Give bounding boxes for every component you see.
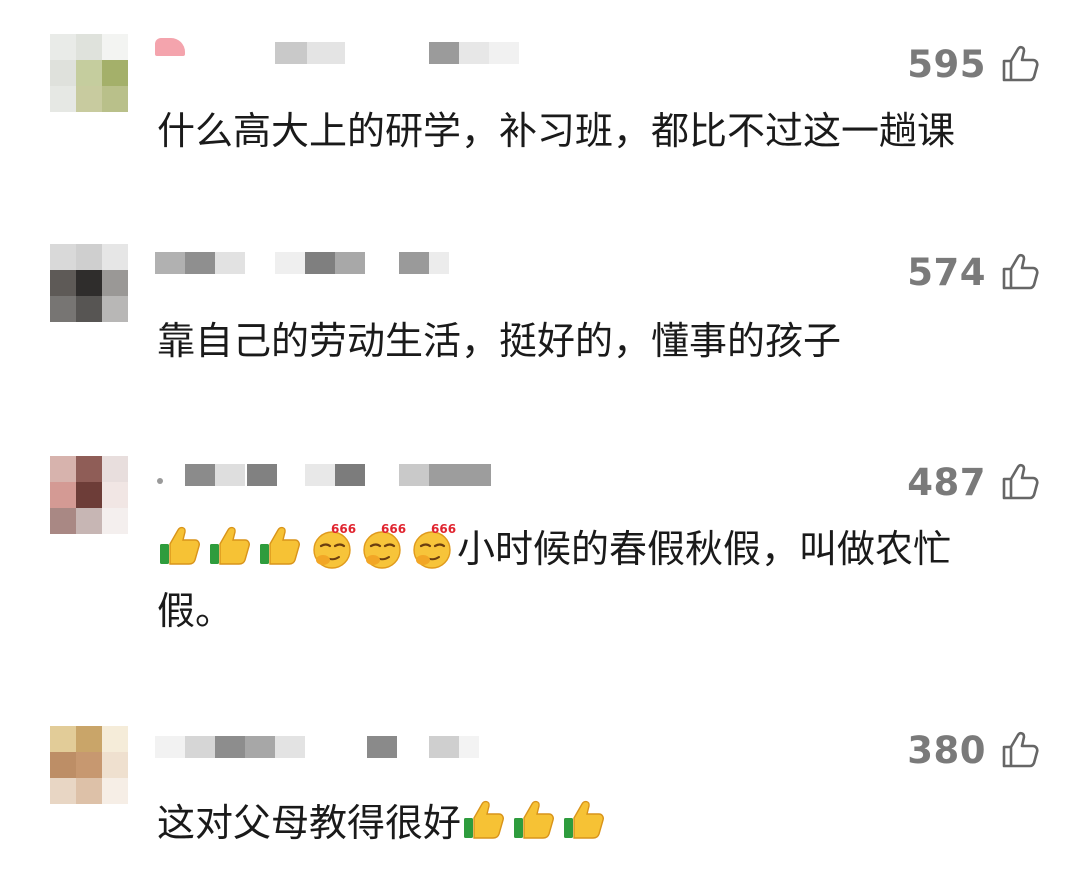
emoji-sequence: 666 666 666 <box>157 522 457 570</box>
thumbs-up-emoji-icon <box>207 522 257 570</box>
comment-text: 靠自己的劳动生活，挺好的，懂事的孩子 <box>157 319 842 363</box>
like-count: 487 <box>907 460 986 504</box>
avatar[interactable] <box>50 456 128 534</box>
smirk-666-emoji-icon: 666 <box>407 522 457 570</box>
like-count: 380 <box>907 728 986 772</box>
username-blurred[interactable] <box>155 728 525 762</box>
svg-text:666: 666 <box>331 522 356 536</box>
like-area[interactable]: 380 <box>907 728 1040 772</box>
smirk-666-emoji-icon: 666 <box>357 522 407 570</box>
like-area[interactable]: 574 <box>907 250 1040 294</box>
thumbs-up-emoji-icon <box>257 522 307 570</box>
avatar[interactable] <box>50 726 128 804</box>
username-blurred[interactable] <box>155 244 525 278</box>
emoji-sequence <box>461 796 611 844</box>
thumbs-up-outline-icon[interactable] <box>1000 730 1040 770</box>
svg-text:666: 666 <box>381 522 406 536</box>
thumbs-up-emoji-icon <box>561 796 611 844</box>
comment-text: 什么高大上的研学，补习班，都比不过这一趟课 <box>157 109 956 153</box>
comment-text: 这对父母教得很好 <box>157 792 1017 854</box>
svg-text:666: 666 <box>431 522 456 536</box>
comment-text-line2: 假。 <box>157 589 234 633</box>
avatar[interactable] <box>50 244 128 322</box>
comment-text-body: 这对父母教得很好 <box>157 801 462 845</box>
like-area[interactable]: 595 <box>907 42 1040 86</box>
thumbs-up-outline-icon[interactable] <box>1000 252 1040 292</box>
avatar[interactable] <box>50 34 128 112</box>
thumbs-up-outline-icon[interactable] <box>1000 44 1040 84</box>
username-blurred[interactable] <box>155 456 525 490</box>
thumbs-up-outline-icon[interactable] <box>1000 462 1040 502</box>
smirk-666-emoji-icon: 666 <box>307 522 357 570</box>
like-count: 595 <box>907 42 986 86</box>
thumbs-up-emoji-icon <box>157 522 207 570</box>
like-area[interactable]: 487 <box>907 460 1040 504</box>
thumbs-up-emoji-icon <box>511 796 561 844</box>
username-blurred[interactable] <box>155 34 525 68</box>
thumbs-up-emoji-icon <box>461 796 511 844</box>
comment-text-line1: 小时候的春假秋假，叫做农忙 <box>457 527 952 571</box>
like-count: 574 <box>907 250 986 294</box>
comment-text: 666 666 666 小时候的春假秋假，叫做农忙 假。 <box>157 518 1017 642</box>
